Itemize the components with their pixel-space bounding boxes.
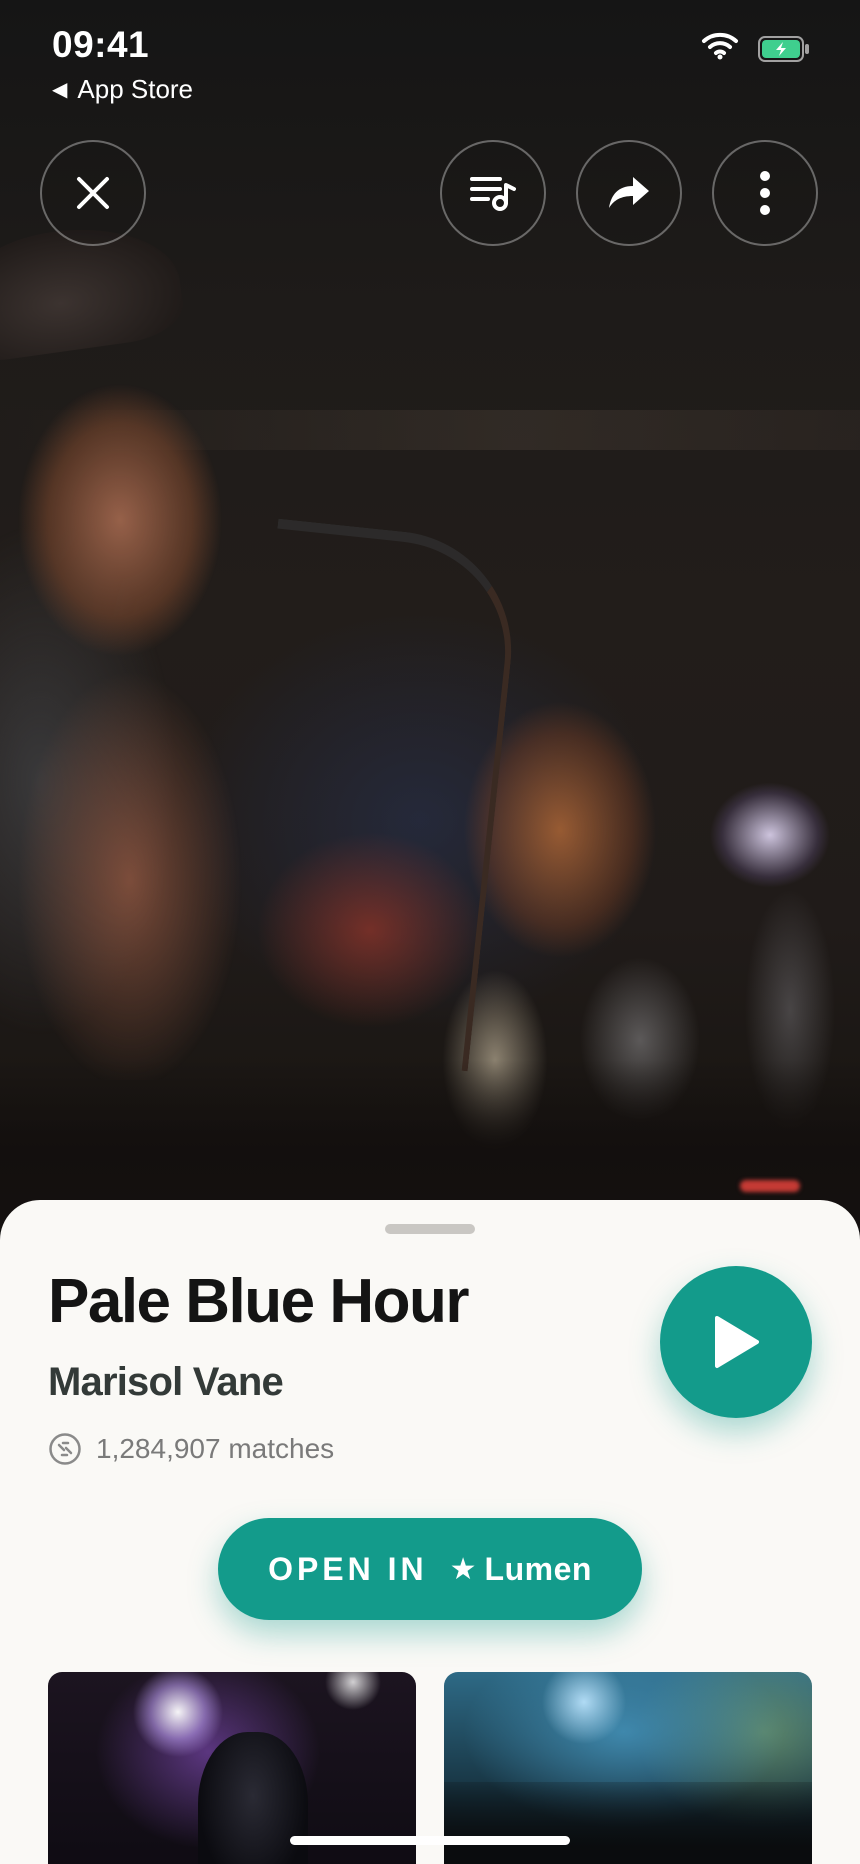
shazam-match-icon	[49, 1433, 81, 1465]
play-button[interactable]	[660, 1266, 812, 1418]
more-vertical-icon	[760, 171, 770, 215]
playlist-music-icon	[470, 177, 516, 211]
back-triangle-icon: ◀	[52, 79, 68, 101]
share-button[interactable]	[576, 140, 682, 246]
sheet-grabber-handle[interactable]	[385, 1224, 475, 1234]
back-app-label: App Store	[77, 74, 194, 104]
artist-name[interactable]: Marisol Vane	[48, 1360, 284, 1405]
match-count-label: 1,284,907 matches	[96, 1433, 335, 1464]
battery-charging-icon	[758, 36, 810, 67]
close-button[interactable]	[40, 140, 146, 246]
star-icon: ★	[449, 1552, 477, 1586]
open-in-label: OPEN IN	[268, 1550, 428, 1587]
hero-stage-light	[740, 1180, 800, 1192]
add-to-playlist-button[interactable]	[440, 140, 546, 246]
wifi-icon	[700, 30, 740, 65]
home-indicator[interactable]	[290, 1836, 570, 1845]
close-icon	[77, 177, 109, 209]
song-title: Pale Blue Hour	[48, 1267, 470, 1336]
open-in-app-button[interactable]: OPEN IN ★ Lumen	[218, 1518, 642, 1620]
crowd-hands-silhouette	[444, 1782, 812, 1864]
app-name-label: Lumen	[484, 1550, 592, 1587]
back-to-app-store[interactable]: ◀ App Store	[52, 74, 193, 105]
share-arrow-icon	[609, 177, 649, 208]
status-time: 09:41	[52, 24, 150, 65]
more-options-button[interactable]	[712, 140, 818, 246]
match-count: 1,284,907 matches	[48, 1432, 334, 1466]
song-detail-sheet: Pale Blue Hour Marisol Vane 1,284,907 ma…	[0, 1200, 860, 1864]
play-icon	[715, 1316, 759, 1368]
